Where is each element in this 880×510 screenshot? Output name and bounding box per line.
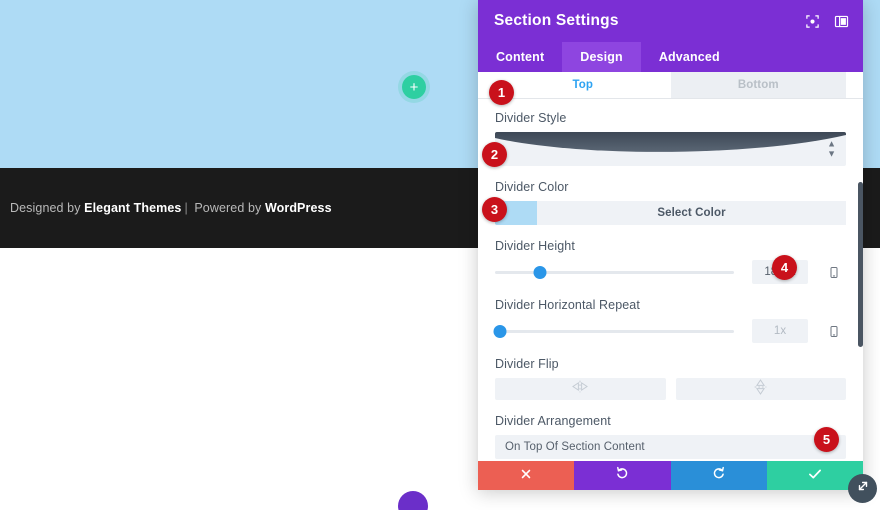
divider-horizontal-repeat-label: Divider Horizontal Repeat <box>495 298 640 312</box>
check-icon <box>808 467 822 485</box>
slider-track <box>495 270 734 274</box>
x-icon <box>520 467 532 485</box>
divider-style-preview-shape <box>495 132 846 152</box>
subtab-top[interactable]: Top <box>495 72 671 98</box>
divider-height-label: Divider Height <box>495 239 575 253</box>
slider-knob[interactable] <box>493 324 507 338</box>
divider-height-slider[interactable] <box>495 263 734 281</box>
tab-design[interactable]: Design <box>562 42 641 72</box>
redo-button[interactable] <box>670 461 767 490</box>
footer-platform: WordPress <box>264 201 332 215</box>
divider-style-select[interactable]: ▲ ▼ <box>495 132 846 166</box>
mobile-icon[interactable] <box>822 324 846 339</box>
field-divider-style: Divider Style ▲ ▼ <box>495 111 846 166</box>
tab-advanced[interactable]: Advanced <box>641 42 738 72</box>
step-badge-3: 3 <box>482 197 507 222</box>
step-badge-1: 1 <box>489 80 514 105</box>
resize-diagonal-icon <box>856 479 870 498</box>
scrollbar-thumb[interactable] <box>858 182 863 347</box>
undo-icon <box>615 466 629 485</box>
subtab-bottom[interactable]: Bottom <box>670 72 846 98</box>
panel-layout-icon[interactable] <box>834 14 849 29</box>
divider-arrangement-select[interactable]: On Top Of Section Content <box>495 435 846 459</box>
divider-repeat-slider[interactable] <box>493 322 734 340</box>
footer-prefix: Designed by <box>10 201 85 215</box>
divider-arrangement-label: Divider Arrangement <box>495 414 611 428</box>
mobile-icon[interactable] <box>822 265 846 280</box>
modal-action-bar <box>478 461 863 490</box>
settings-body: Divider Style ▲ ▼ Divider Color Select C… <box>478 99 863 461</box>
divider-style-label: Divider Style <box>495 111 567 125</box>
step-badge-4: 4 <box>772 255 797 280</box>
divider-color-row: Select Color <box>495 201 846 225</box>
field-divider-arrangement: Divider Arrangement On Top Of Section Co… <box>495 414 846 459</box>
divider-flip-row <box>495 378 846 400</box>
resize-handle[interactable] <box>848 474 877 503</box>
divider-flip-label: Divider Flip <box>495 357 559 371</box>
divider-color-label: Divider Color <box>495 180 569 194</box>
redo-icon <box>712 466 726 485</box>
modal-header: Section Settings <box>478 0 863 42</box>
flip-vertical-button[interactable] <box>675 378 846 401</box>
updown-caret-icon: ▲ ▼ <box>827 138 836 159</box>
field-divider-color: Divider Color Select Color <box>495 180 846 225</box>
flip-horizontal-button[interactable] <box>495 378 666 400</box>
tab-content[interactable]: Content <box>478 42 562 72</box>
section-settings-modal: Section Settings Content Design Advanced… <box>478 0 863 490</box>
slider-track <box>495 329 734 333</box>
footer-brand: Elegant Themes <box>84 201 182 215</box>
footer-separator: | <box>184 201 188 215</box>
focus-target-icon[interactable] <box>805 14 820 29</box>
field-divider-horizontal-repeat: Divider Horizontal Repeat 1x <box>493 298 846 343</box>
plus-icon: + <box>409 78 419 96</box>
flip-horizontal-icon <box>571 380 589 398</box>
modal-tabs: Content Design Advanced <box>478 42 863 72</box>
flip-vertical-icon <box>754 378 767 401</box>
divider-repeat-row: 1x <box>493 319 846 343</box>
settings-scrollbar[interactable] <box>858 99 863 461</box>
slider-knob[interactable] <box>533 265 547 279</box>
step-badge-2: 2 <box>482 142 507 167</box>
page-title: Section Settings <box>494 12 619 29</box>
field-divider-flip: Divider Flip <box>495 357 846 400</box>
divider-position-subtabs: Top Bottom <box>478 72 863 99</box>
header-icon-group <box>805 14 849 29</box>
footer-middle: Powered by <box>190 201 265 215</box>
screen: + Designed by Elegant Themes | Powered by… <box>0 0 880 510</box>
divider-repeat-input[interactable]: 1x <box>752 319 808 343</box>
select-color-button[interactable]: Select Color <box>537 201 846 225</box>
add-section-button[interactable]: + <box>402 75 426 99</box>
undo-button[interactable] <box>574 461 671 490</box>
footer-credit-text: Designed by Elegant Themes | Powered by W… <box>0 201 332 215</box>
step-badge-5: 5 <box>814 427 839 452</box>
close-button[interactable] <box>478 461 575 490</box>
